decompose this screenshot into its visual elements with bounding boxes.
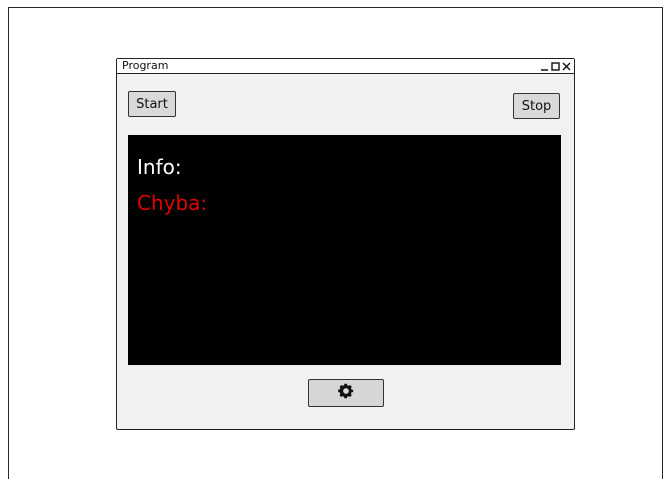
stop-button[interactable]: Stop — [513, 93, 560, 119]
gear-icon — [337, 382, 355, 404]
close-icon[interactable] — [562, 60, 571, 72]
console-info-line: Info: — [137, 155, 182, 179]
start-button[interactable]: Start — [128, 91, 176, 117]
window-controls — [540, 59, 571, 73]
console-error-line: Chyba: — [137, 191, 208, 215]
minimize-icon[interactable] — [540, 60, 549, 72]
program-window: Program Start Stop Info: Chyba: — [116, 58, 575, 430]
settings-button[interactable] — [308, 379, 384, 407]
window-title: Program — [122, 59, 169, 72]
title-bar: Program — [117, 59, 574, 74]
maximize-icon[interactable] — [551, 60, 560, 72]
console-output: Info: Chyba: — [128, 135, 561, 365]
